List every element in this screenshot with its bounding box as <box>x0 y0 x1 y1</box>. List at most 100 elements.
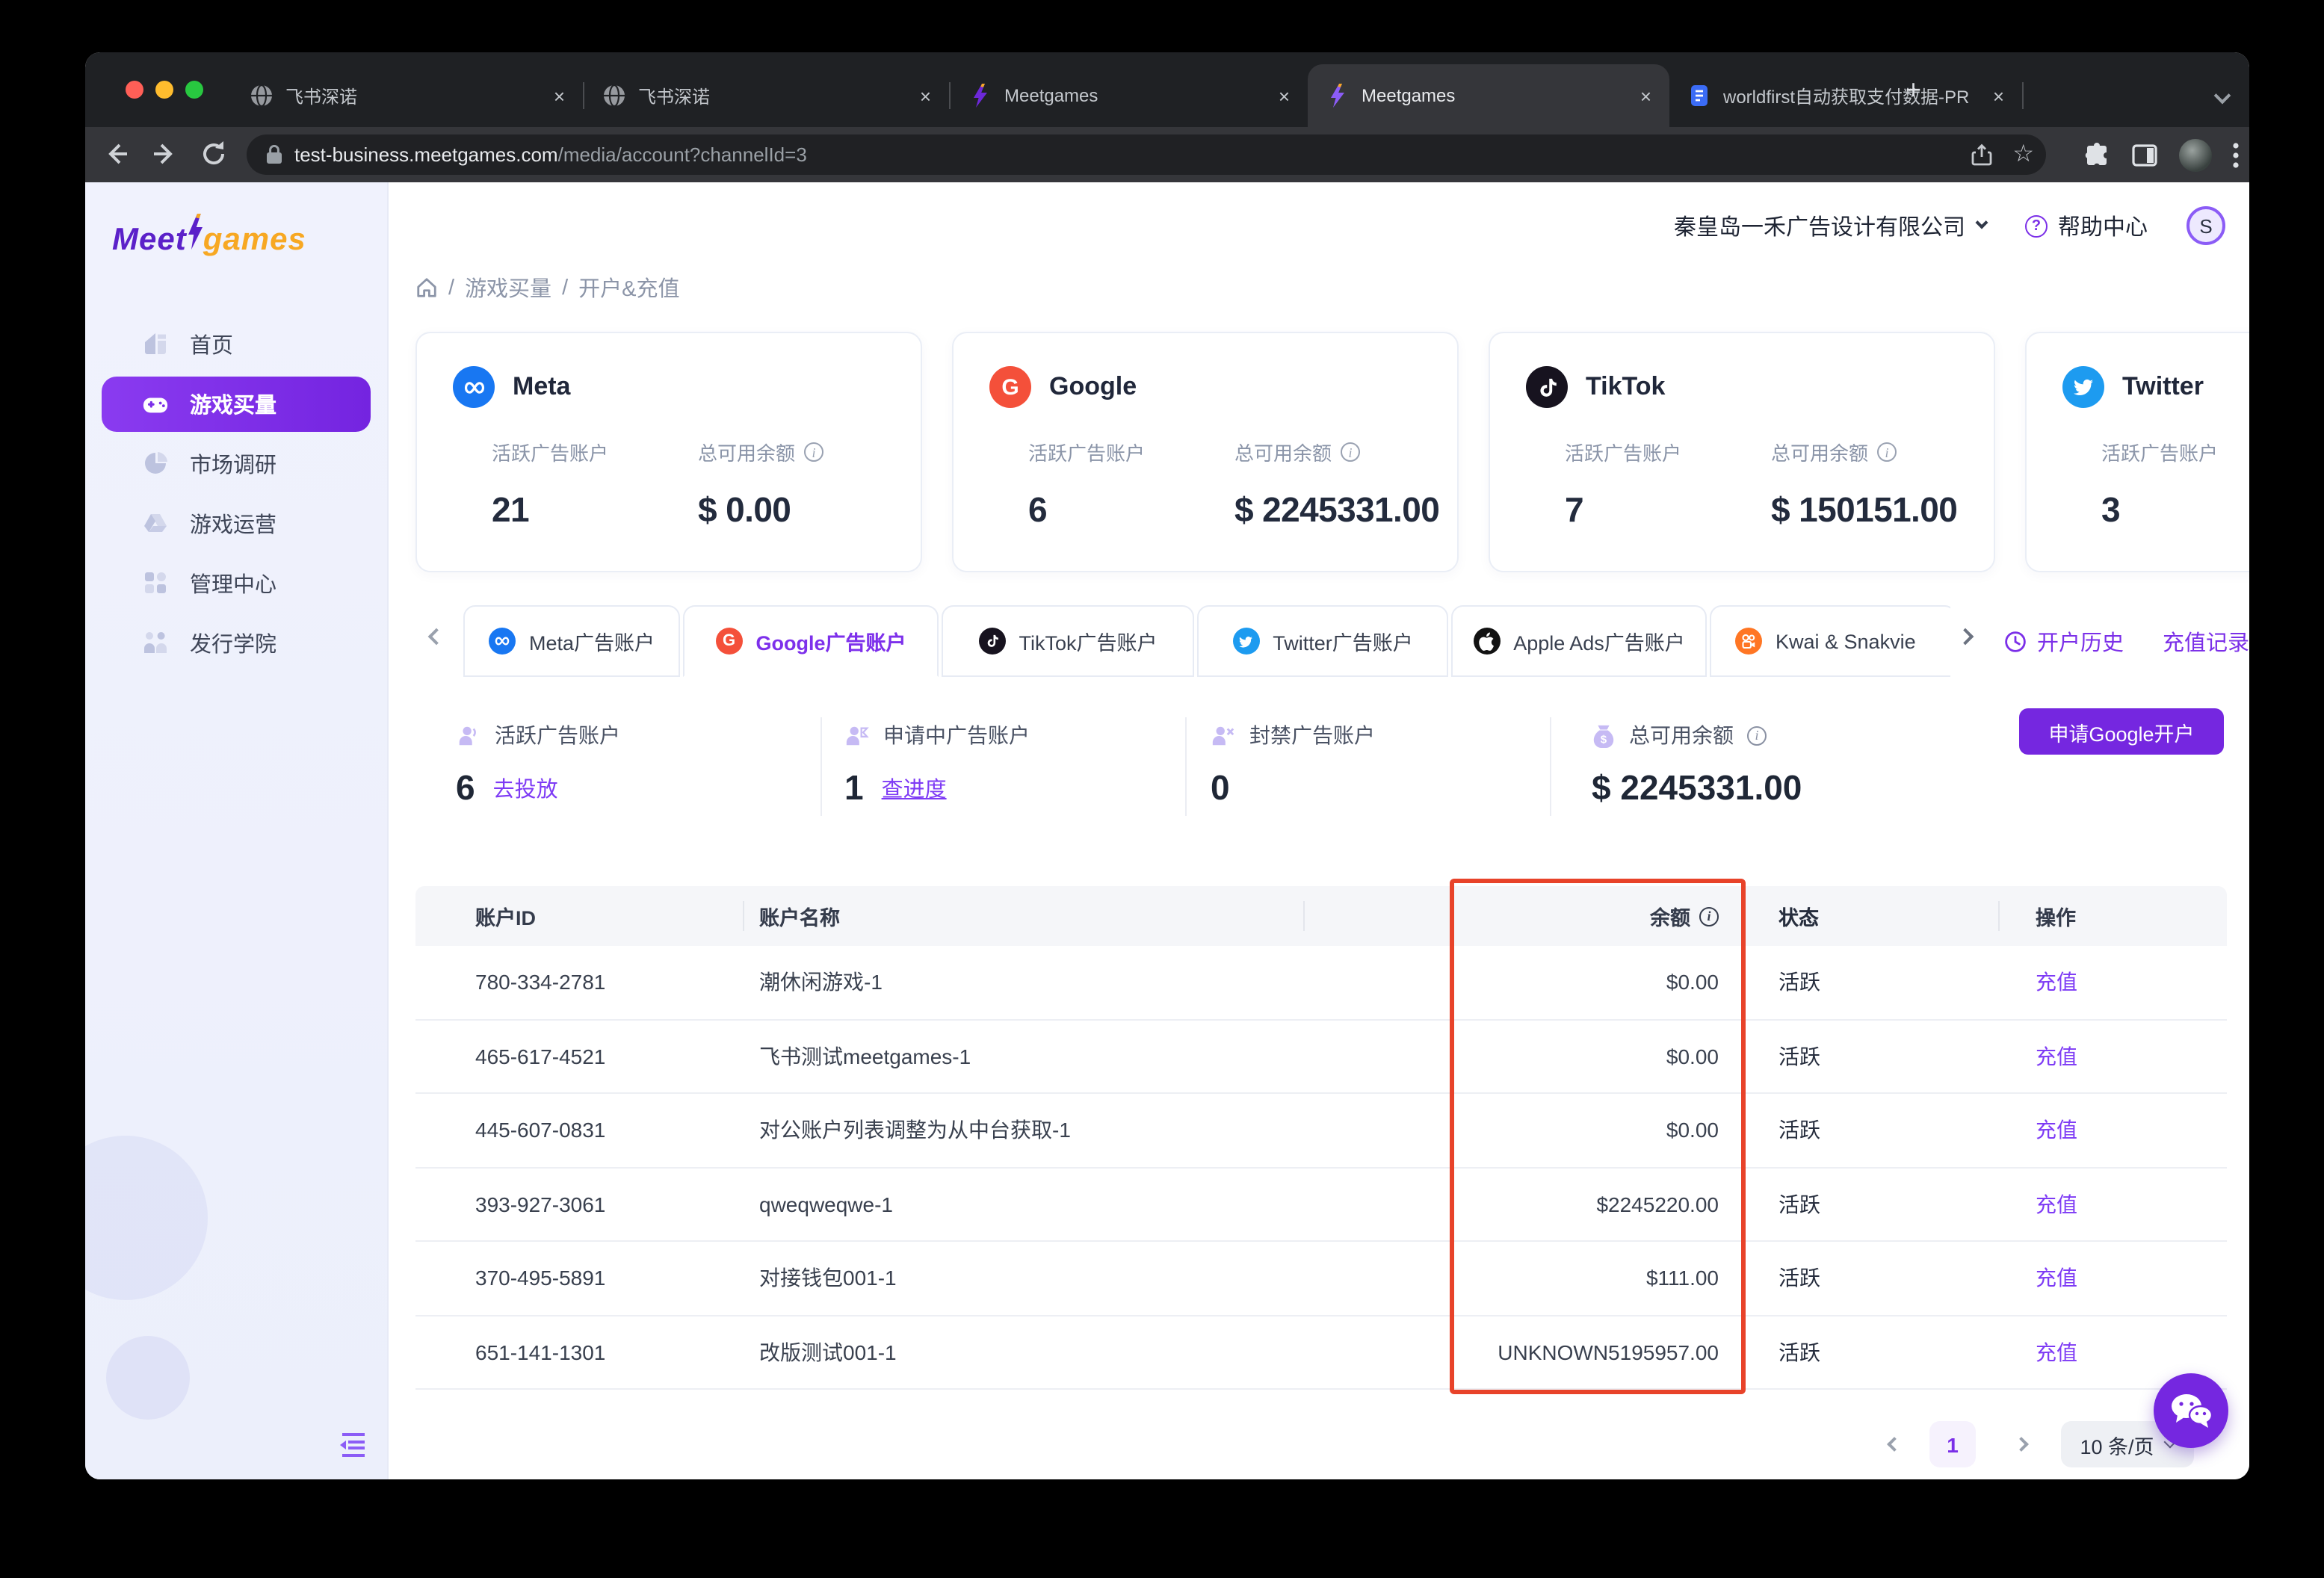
user-avatar[interactable]: S <box>2187 206 2225 245</box>
channel-tabs: Meta广告账户 G Google广告账户 TikTok广告账户 Twi <box>463 605 1950 677</box>
tab-title: 飞书深诺 <box>285 83 539 108</box>
forward-icon[interactable] <box>149 139 179 169</box>
close-tab-icon[interactable]: × <box>917 84 934 107</box>
stat-applying-accounts: 申请中广告账户 1 查进度 <box>844 720 1030 808</box>
collapse-sidebar-icon[interactable] <box>336 1427 369 1460</box>
sidebar-item-game-operations[interactable]: 游戏运营 <box>102 493 371 553</box>
share-icon[interactable] <box>1969 143 1993 167</box>
sidebar-item-media-buying[interactable]: 游戏买量 <box>102 376 371 431</box>
sidebar-item-publishing-academy[interactable]: 发行学院 <box>102 613 371 672</box>
meta-icon <box>489 628 516 655</box>
close-window-button[interactable] <box>126 81 143 99</box>
stat-divider <box>820 717 822 816</box>
check-progress-link[interactable]: 查进度 <box>882 773 947 804</box>
new-tab-button[interactable]: + <box>1906 76 1921 103</box>
channel-tab-row: Meta广告账户 G Google广告账户 TikTok广告账户 Twi <box>415 605 2249 677</box>
stat-label: 活跃广告账户 <box>495 720 620 750</box>
scroll-tabs-left-icon[interactable] <box>428 628 445 646</box>
tab-google-accounts-active[interactable]: G Google广告账户 <box>683 605 939 677</box>
browser-tab-5[interactable]: worldfirst自动获取支付数据-PR × <box>1669 64 2022 127</box>
info-icon[interactable]: i <box>804 442 823 462</box>
tab-tiktok-accounts[interactable]: TikTok广告账户 <box>942 605 1194 677</box>
tab-appleads-accounts[interactable]: Apple Ads广告账户 <box>1451 605 1707 677</box>
tab-label: TikTok广告账户 <box>1019 626 1157 656</box>
recharge-link[interactable]: 充值 <box>2036 968 2077 997</box>
tab-title: Meetgames <box>1362 85 1625 106</box>
browser-tab-2[interactable]: 飞书深诺 × <box>584 64 949 127</box>
platform-name: Meta <box>513 372 570 402</box>
balance-value: $ 150151.00 <box>1771 490 1957 530</box>
close-tab-icon[interactable]: × <box>1637 84 1654 107</box>
browser-tab-4-active[interactable]: Meetgames × <box>1308 64 1669 127</box>
tab-meta-accounts[interactable]: Meta广告账户 <box>463 605 680 677</box>
apply-google-account-button[interactable]: 申请Google开户 <box>2019 708 2224 755</box>
accounts-label: 活跃广告账户 <box>1565 438 1771 466</box>
side-panel-icon[interactable] <box>2131 141 2158 168</box>
sidebar-item-label: 游戏买量 <box>190 388 276 419</box>
home-icon <box>142 330 169 357</box>
open-history-link[interactable]: 开户历史 <box>2004 625 2124 657</box>
url-path: /media/account?channelId=3 <box>558 143 807 166</box>
balance-label: 总可用余额 <box>1771 438 1868 466</box>
breadcrumb-item[interactable]: 游戏买量 <box>465 272 551 303</box>
tab-kwai-accounts[interactable]: Kwai & Snakvie <box>1710 605 1950 677</box>
url-bar[interactable]: test-business.meetgames.com/media/accoun… <box>247 134 2046 175</box>
sidebar-menu: 首页 游戏买量 市场调研 游戏运营 <box>85 314 387 672</box>
page-number[interactable]: 1 <box>1929 1421 1976 1467</box>
tab-search-chevron-icon[interactable] <box>2216 82 2228 109</box>
sidebar-item-home[interactable]: 首页 <box>102 314 371 374</box>
gamepad-icon <box>142 390 169 417</box>
recharge-history-link[interactable]: 充值记录 <box>2163 625 2249 657</box>
info-icon[interactable]: i <box>1341 442 1360 462</box>
logo-bolt-icon <box>187 214 203 250</box>
accounts-label: 活跃广告账户 <box>492 438 698 466</box>
url-host: test-business.meetgames.com <box>294 143 558 166</box>
account-id: 370-495-5891 <box>475 1242 605 1314</box>
fullscreen-window-button[interactable] <box>185 81 203 99</box>
recharge-link[interactable]: 充值 <box>2036 1337 2077 1367</box>
table-row: 370-495-5891 对接钱包001-1 $111.00 活跃 充值 <box>415 1242 2227 1316</box>
recharge-link[interactable]: 充值 <box>2036 1042 2077 1071</box>
recharge-link[interactable]: 充值 <box>2036 1263 2077 1293</box>
close-tab-icon[interactable]: × <box>1990 84 2007 107</box>
go-launch-link[interactable]: 去投放 <box>493 773 558 804</box>
info-icon[interactable]: i <box>1699 906 1719 926</box>
account-name: 潮休闲游戏-1 <box>759 946 883 1018</box>
status-badge: 活跃 <box>1778 1316 1820 1388</box>
account-balance: $0.00 <box>1450 1020 1719 1092</box>
browser-profile-avatar[interactable] <box>2179 138 2212 171</box>
recharge-link[interactable]: 充值 <box>2036 1189 2077 1219</box>
browser-tab-1[interactable]: 飞书深诺 × <box>232 64 583 127</box>
recharge-link[interactable]: 充值 <box>2036 1116 2077 1145</box>
tab-twitter-accounts[interactable]: Twitter广告账户 <box>1197 605 1448 677</box>
account-balance: $111.00 <box>1450 1242 1719 1314</box>
wechat-support-button[interactable] <box>2154 1373 2228 1448</box>
back-icon[interactable] <box>102 139 132 169</box>
prev-page-icon[interactable] <box>1887 1437 1902 1452</box>
info-icon[interactable]: i <box>1877 442 1897 462</box>
column-divider <box>743 901 744 931</box>
bookmark-star-icon[interactable]: ☆ <box>2012 143 2034 167</box>
tab-label: Kwai & Snakvie <box>1776 630 1916 652</box>
close-tab-icon[interactable]: × <box>551 84 568 107</box>
meetgames-logo[interactable]: Meet games <box>112 214 306 259</box>
sidebar-item-admin-center[interactable]: 管理中心 <box>102 553 371 613</box>
company-selector[interactable]: 秦皇岛一禾广告设计有限公司 <box>1674 210 1986 241</box>
account-id: 393-927-3061 <box>475 1168 605 1240</box>
next-page-icon[interactable] <box>2014 1437 2029 1452</box>
reload-icon[interactable] <box>199 139 229 169</box>
browser-menu-dots-icon[interactable] <box>2233 141 2239 168</box>
minimize-window-button[interactable] <box>155 81 173 99</box>
header-action: 操作 <box>2036 886 2076 946</box>
help-center-link[interactable]: ? 帮助中心 <box>2025 210 2148 241</box>
sidebar-item-market-research[interactable]: 市场调研 <box>102 433 371 493</box>
stat-total-balance: $ 总可用余额 i $ 2245331.00 <box>1592 720 1802 808</box>
account-id: 651-141-1301 <box>475 1316 605 1388</box>
browser-tab-3[interactable]: Meetgames × <box>951 64 1308 127</box>
home-breadcrumb-icon[interactable] <box>415 276 438 299</box>
extensions-puzzle-icon[interactable] <box>2083 141 2110 168</box>
info-icon[interactable]: i <box>1747 725 1767 745</box>
close-tab-icon[interactable]: × <box>1276 84 1293 107</box>
accounts-label: 活跃广告账户 <box>2101 438 2249 466</box>
scroll-tabs-right-icon[interactable] <box>1957 628 1974 646</box>
